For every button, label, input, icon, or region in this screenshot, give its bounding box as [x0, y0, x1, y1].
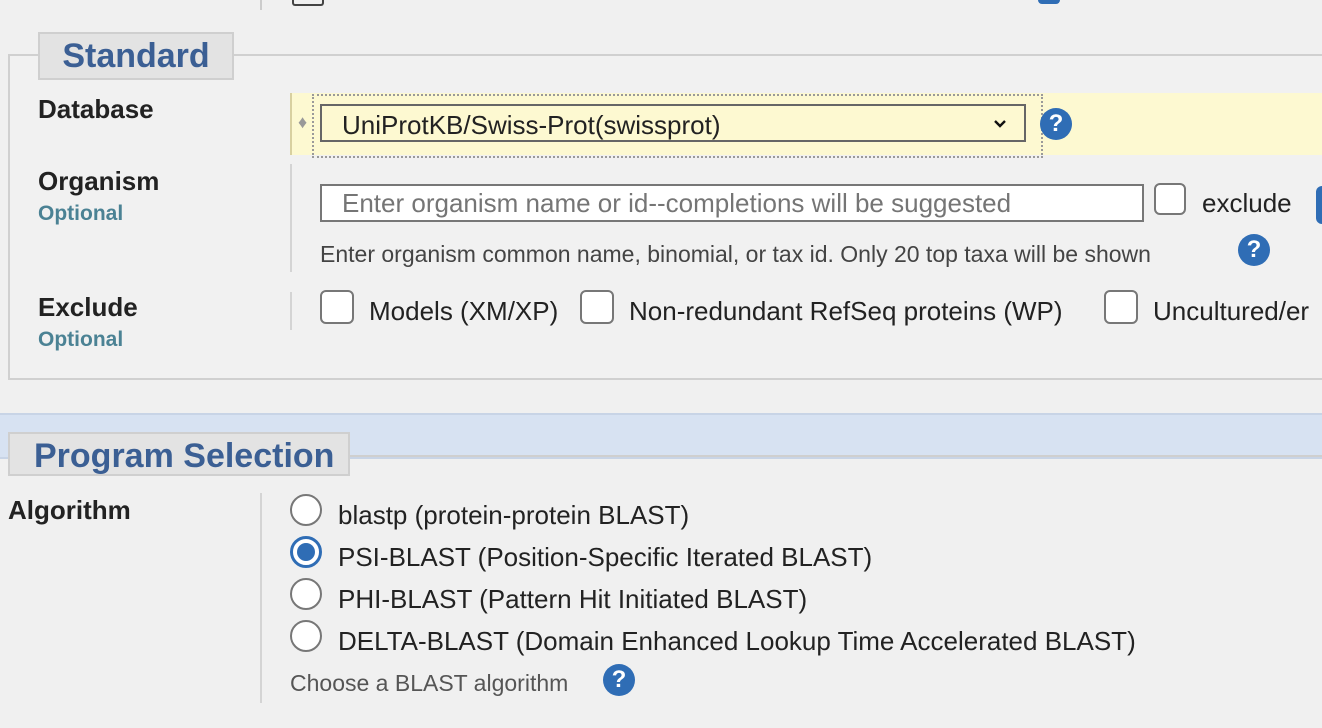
checkbox[interactable] — [292, 0, 324, 6]
algorithm-label: Algorithm — [8, 495, 131, 525]
exclude-models-label: Models (XM/XP) — [369, 296, 559, 326]
standard-legend: Standard — [38, 32, 234, 80]
exclude-optional: Optional — [38, 328, 124, 351]
radio-psi-blast[interactable] — [290, 536, 322, 568]
organism-exclude-label: exclude — [1202, 188, 1292, 218]
radio-phi-blast-label: PHI-BLAST (Pattern Hit Initiated BLAST) — [338, 584, 808, 614]
database-label: Database — [38, 94, 154, 124]
radio-blastp-label: blastp (protein-protein BLAST) — [338, 500, 690, 530]
divider — [290, 164, 292, 272]
chevron-down-icon — [994, 120, 1006, 128]
exclude-models-checkbox[interactable] — [320, 290, 354, 324]
organism-input[interactable] — [320, 184, 1144, 222]
add-organism-button[interactable] — [1316, 186, 1322, 224]
divider — [290, 292, 292, 330]
algorithm-help-icon[interactable]: ? — [603, 664, 635, 696]
radio-blastp[interactable] — [290, 494, 322, 526]
database-select-value: UniProtKB/Swiss-Prot(swissprot) — [342, 110, 721, 140]
help-icon[interactable] — [1038, 0, 1060, 4]
organism-help-icon[interactable]: ? — [1238, 234, 1270, 266]
algorithm-hint: Choose a BLAST algorithm — [290, 670, 569, 696]
diamond-icon: ♦ — [298, 112, 308, 132]
organism-label: Organism — [38, 166, 160, 196]
divider — [260, 0, 262, 10]
radio-delta-blast[interactable] — [290, 620, 322, 652]
organism-optional: Optional — [38, 202, 124, 225]
exclude-uncultured-checkbox[interactable] — [1104, 290, 1138, 324]
exclude-refseq-label: Non-redundant RefSeq proteins (WP) — [629, 296, 1063, 326]
radio-psi-blast-label: PSI-BLAST (Position-Specific Iterated BL… — [338, 542, 873, 572]
database-help-icon[interactable]: ? — [1040, 108, 1072, 140]
organism-hint: Enter organism common name, binomial, or… — [320, 241, 1151, 267]
exclude-uncultured-label: Uncultured/er — [1153, 296, 1310, 326]
database-select[interactable]: UniProtKB/Swiss-Prot(swissprot) — [320, 104, 1026, 142]
exclude-label: Exclude — [38, 292, 138, 322]
exclude-refseq-checkbox[interactable] — [580, 290, 614, 324]
organism-exclude-checkbox[interactable] — [1154, 183, 1186, 215]
divider — [260, 493, 262, 703]
radio-phi-blast[interactable] — [290, 578, 322, 610]
program-selection-legend: Program Selection — [8, 432, 350, 476]
radio-delta-blast-label: DELTA-BLAST (Domain Enhanced Lookup Time… — [338, 626, 1136, 656]
